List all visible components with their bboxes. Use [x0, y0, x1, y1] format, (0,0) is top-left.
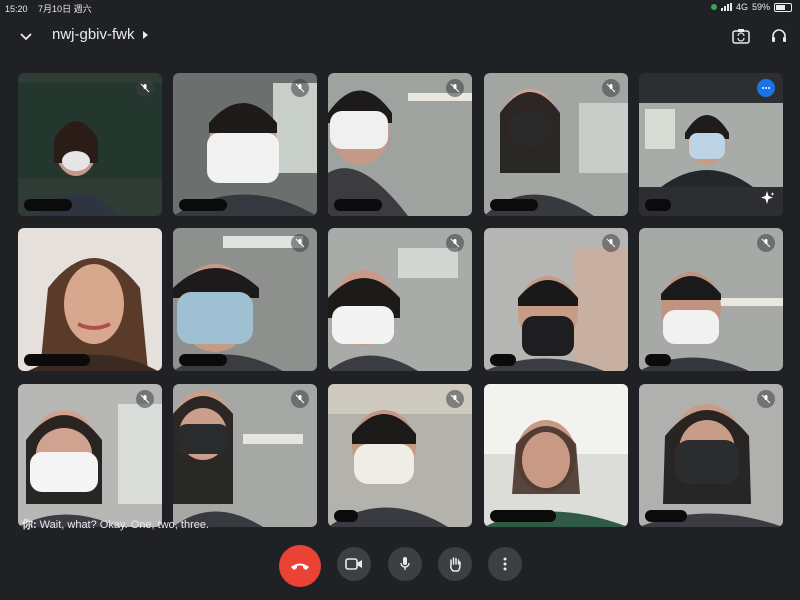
microphone-icon	[400, 557, 410, 570]
participant-name	[645, 510, 687, 522]
camera-switch-icon[interactable]	[727, 22, 755, 50]
status-bar: 15:20 7月10日 週六 4G 59%	[0, 0, 800, 14]
participant-tile[interactable]	[173, 228, 317, 371]
participant-tile[interactable]	[484, 384, 628, 527]
more-vertical-icon	[503, 557, 507, 571]
meeting-header: nwj-gbiv-fwk	[0, 20, 800, 52]
participant-name	[490, 199, 538, 211]
network-label: 4G	[735, 2, 748, 12]
mic-off-icon	[757, 234, 775, 252]
mic-off-icon	[757, 390, 775, 408]
more-options-button[interactable]	[488, 547, 522, 581]
mic-off-icon	[446, 234, 464, 252]
status-right: 4G 59%	[710, 2, 792, 12]
mic-off-icon	[291, 79, 309, 97]
participant-name	[24, 199, 72, 211]
meeting-title[interactable]: nwj-gbiv-fwk	[52, 26, 149, 43]
participant-name	[334, 510, 358, 522]
caption-speaker: 你:	[22, 519, 37, 531]
participant-tile[interactable]	[639, 228, 783, 371]
phone-hangup-icon	[291, 563, 309, 570]
battery-icon	[774, 2, 792, 12]
participant-tile[interactable]	[484, 228, 628, 371]
participant-grid	[18, 73, 784, 527]
participant-tile[interactable]	[639, 384, 783, 527]
headphones-icon[interactable]	[765, 22, 793, 50]
live-caption: 你: Wait, what? Okay. One, two, three.	[22, 516, 209, 532]
participant-tile[interactable]	[173, 73, 317, 216]
participant-tile[interactable]	[328, 384, 472, 527]
status-left: 15:20 7月10日 週六	[5, 2, 100, 15]
signal-icon	[720, 3, 732, 11]
participant-name	[179, 354, 227, 366]
raise-hand-button[interactable]	[438, 547, 472, 581]
participant-tile[interactable]	[639, 73, 783, 216]
participant-video	[18, 228, 162, 371]
camera-button[interactable]	[337, 547, 371, 581]
status-time: 15:20	[5, 4, 28, 14]
battery-label: 59%	[751, 2, 770, 12]
participant-tile[interactable]	[484, 73, 628, 216]
status-date: 7月10日 週六	[38, 4, 92, 14]
sparkle-icon[interactable]	[761, 191, 775, 210]
participant-name	[490, 510, 556, 522]
mic-off-icon	[136, 79, 154, 97]
participant-tile[interactable]	[328, 73, 472, 216]
meeting-code: nwj-gbiv-fwk	[52, 26, 135, 43]
participant-tile[interactable]	[18, 384, 162, 527]
participant-name	[334, 199, 382, 211]
participant-name	[645, 199, 671, 211]
mic-off-icon	[446, 79, 464, 97]
participant-tile[interactable]	[328, 228, 472, 371]
microphone-button[interactable]	[388, 547, 422, 581]
participant-tile[interactable]	[173, 384, 317, 527]
participant-name	[179, 199, 227, 211]
participant-tile[interactable]	[18, 228, 162, 371]
participant-tile[interactable]	[18, 73, 162, 216]
end-call-button[interactable]	[279, 545, 321, 587]
more-horizontal-icon[interactable]	[757, 79, 775, 97]
mic-off-icon	[446, 390, 464, 408]
mic-off-icon	[291, 234, 309, 252]
mic-off-icon	[291, 390, 309, 408]
participant-name	[24, 354, 90, 366]
participant-video	[484, 384, 628, 527]
mic-off-icon	[602, 79, 620, 97]
chevron-down-icon[interactable]	[12, 22, 40, 50]
hand-icon	[450, 557, 461, 572]
status-indicator-dot	[710, 4, 717, 10]
caret-right-icon	[142, 30, 148, 39]
video-camera-icon	[345, 558, 362, 570]
caption-text: Wait, what? Okay. One, two, three.	[39, 519, 210, 531]
participant-name	[490, 354, 516, 366]
participant-name	[645, 354, 671, 366]
mic-off-icon	[136, 390, 154, 408]
mic-off-icon	[602, 234, 620, 252]
